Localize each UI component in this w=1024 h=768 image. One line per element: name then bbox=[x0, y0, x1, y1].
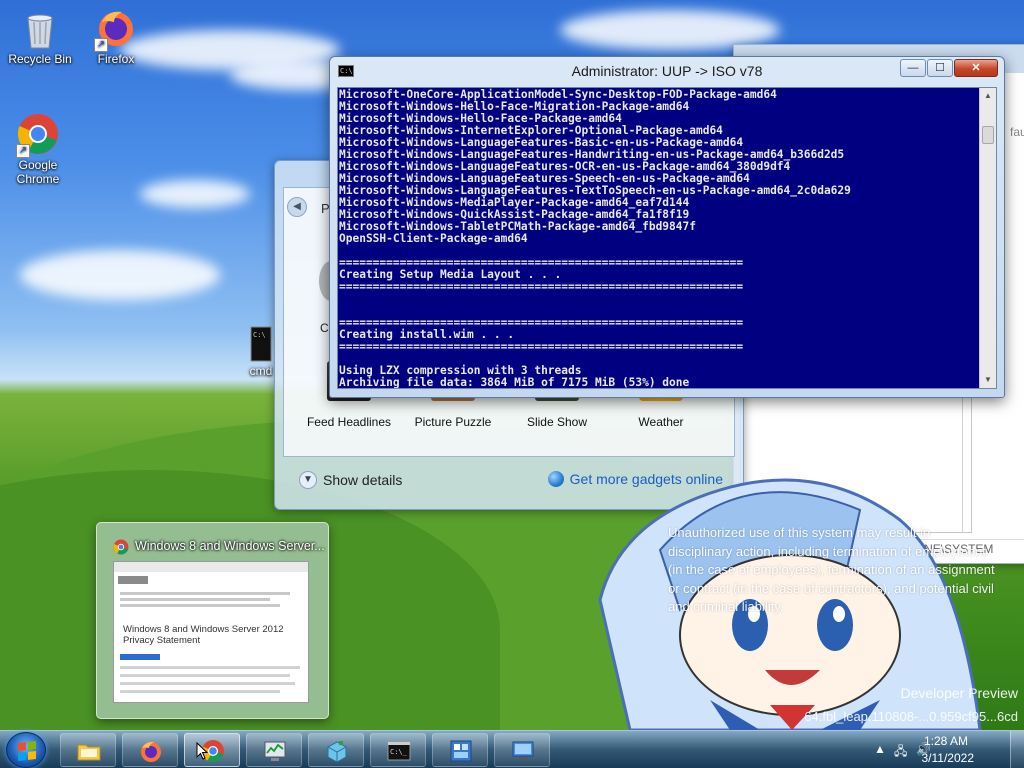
desktop-icon-label: Firefox bbox=[97, 52, 135, 66]
console-line: ========================================… bbox=[339, 280, 744, 293]
console-line: ========================================… bbox=[339, 340, 744, 353]
thumbnail-browser-toolbar bbox=[114, 562, 308, 572]
preview-page-thumbnail: Windows 8 and Windows Server 2012 Privac… bbox=[113, 561, 309, 703]
taskbar-button-firefox[interactable] bbox=[122, 733, 178, 767]
thumbnail-text-line bbox=[120, 604, 280, 607]
close-button[interactable]: ✕ bbox=[954, 59, 998, 77]
start-button[interactable] bbox=[6, 732, 46, 768]
gadget-partial-label: C bbox=[320, 321, 329, 335]
shortcut-arrow-icon: ↗ bbox=[94, 38, 108, 52]
vertical-scrollbar[interactable]: ▲ ▼ bbox=[979, 88, 996, 388]
taskbar-thumbnail-preview[interactable]: Windows 8 and Windows Server... Windows … bbox=[96, 522, 329, 719]
cmd-icon: C:\_ bbox=[387, 741, 411, 761]
taskbar-button-cmd[interactable]: C:\_ bbox=[370, 733, 426, 767]
mouse-cursor-icon bbox=[196, 742, 208, 760]
cloud bbox=[20, 250, 220, 300]
scrollbar-thumb[interactable] bbox=[982, 126, 994, 144]
firefox-icon: ↗ bbox=[94, 6, 138, 52]
network-icon[interactable]: 🖧 bbox=[894, 742, 907, 763]
window-titlebar[interactable]: C:\ Administrator: UUP -> ISO v78 — ☐ ✕ bbox=[330, 57, 1004, 85]
shortcut-arrow-icon: ↗ bbox=[16, 144, 30, 158]
thumbnail-text-line bbox=[120, 598, 270, 601]
chrome-icon: ↗ bbox=[16, 112, 60, 158]
desktop-icon-label: Google Chrome bbox=[16, 158, 60, 186]
notification-area: ▲ 🖧 🔊 1:28 AM 3/11/2022 bbox=[864, 731, 1024, 768]
thumbnail-text-line bbox=[120, 592, 290, 595]
thumbnail-logo bbox=[118, 576, 148, 584]
remote-desktop-icon bbox=[512, 741, 534, 760]
minimize-button[interactable]: — bbox=[900, 59, 926, 77]
gadgets-icon bbox=[450, 740, 472, 762]
cmd-icon: C:\ bbox=[250, 326, 272, 362]
legal-notice-overlay-text: Unauthorized use of this system may resu… bbox=[668, 525, 995, 614]
preview-window-title: Windows 8 and Windows Server... bbox=[135, 539, 325, 553]
show-details-button[interactable]: ▼ Show details bbox=[299, 471, 402, 489]
chrome-icon bbox=[113, 539, 129, 555]
thumbnail-page-heading: Windows 8 and Windows Server 2012 Privac… bbox=[123, 624, 284, 646]
recycle-bin-icon bbox=[18, 6, 62, 50]
cloud bbox=[140, 180, 250, 208]
gadget-label: Feed Headlines bbox=[306, 415, 392, 429]
taskbar-button-explorer[interactable] bbox=[60, 733, 116, 767]
show-desktop-button[interactable] bbox=[1010, 731, 1024, 768]
svg-text:C:\_: C:\_ bbox=[390, 748, 408, 756]
windows-logo-icon bbox=[18, 741, 36, 761]
taskbar-button-task-manager[interactable] bbox=[246, 733, 302, 767]
firefox-icon bbox=[141, 741, 161, 762]
clock-time[interactable]: 1:28 AM bbox=[924, 734, 968, 748]
column-header-partial: faul bbox=[1010, 125, 1024, 139]
taskbar-button-chrome[interactable] bbox=[184, 733, 240, 767]
console-line: OpenSSH-Client-Package-amd64 bbox=[339, 232, 528, 245]
folder-icon bbox=[77, 744, 101, 761]
scroll-up-arrow-icon[interactable]: ▲ bbox=[980, 88, 996, 104]
chevron-down-icon: ▼ bbox=[299, 471, 317, 489]
watermark-developer-preview: Developer Preview bbox=[900, 685, 1019, 701]
desktop-icon-label: Recycle Bin bbox=[8, 52, 72, 66]
console-line: Archiving file data: 3864 MiB of 7175 Mi… bbox=[339, 376, 690, 389]
desktop-icon-firefox[interactable]: ↗ Firefox bbox=[78, 6, 154, 66]
thumbnail-text-line bbox=[120, 674, 290, 677]
taskbar-button-remote-desktop[interactable] bbox=[494, 733, 550, 767]
command-prompt-window[interactable]: C:\ Administrator: UUP -> ISO v78 — ☐ ✕ … bbox=[329, 56, 1005, 398]
performance-monitor-icon bbox=[264, 741, 286, 761]
maximize-button[interactable]: ☐ bbox=[927, 59, 953, 77]
show-hidden-icons-arrow-icon[interactable]: ▲ bbox=[874, 742, 886, 756]
desktop-icon-recycle-bin[interactable]: Recycle Bin bbox=[2, 6, 78, 66]
watermark-build-string: 64.fbl_leap.110808-...0.959cf95...6cd bbox=[804, 709, 1018, 724]
setup-package-icon bbox=[327, 741, 347, 763]
console-output[interactable]: Microsoft-OneCore-ApplicationModel-Sync-… bbox=[337, 87, 997, 389]
taskbar-button-gadgets[interactable] bbox=[432, 733, 488, 767]
thumbnail-text-line bbox=[120, 666, 300, 669]
gadget-label: Picture Puzzle bbox=[414, 415, 492, 429]
clock-date[interactable]: 3/11/2022 bbox=[922, 751, 975, 765]
taskbar: C:\_ ▲ 🖧 🔊 1:28 AM 3/11/2022 bbox=[0, 730, 1024, 768]
scroll-down-arrow-icon[interactable]: ▼ bbox=[980, 372, 996, 388]
thumbnail-text-line bbox=[120, 690, 280, 693]
desktop-icon-google-chrome[interactable]: ↗ Google Chrome bbox=[0, 112, 76, 186]
thumbnail-text-line bbox=[120, 682, 295, 685]
svg-text:C:\: C:\ bbox=[253, 331, 266, 339]
show-details-label: Show details bbox=[323, 472, 403, 488]
taskbar-button-installer[interactable] bbox=[308, 733, 364, 767]
console-text: Microsoft-OneCore-ApplicationModel-Sync-… bbox=[339, 89, 978, 389]
back-arrow-icon[interactable]: ◀ bbox=[287, 197, 307, 217]
thumbnail-link bbox=[120, 654, 160, 660]
